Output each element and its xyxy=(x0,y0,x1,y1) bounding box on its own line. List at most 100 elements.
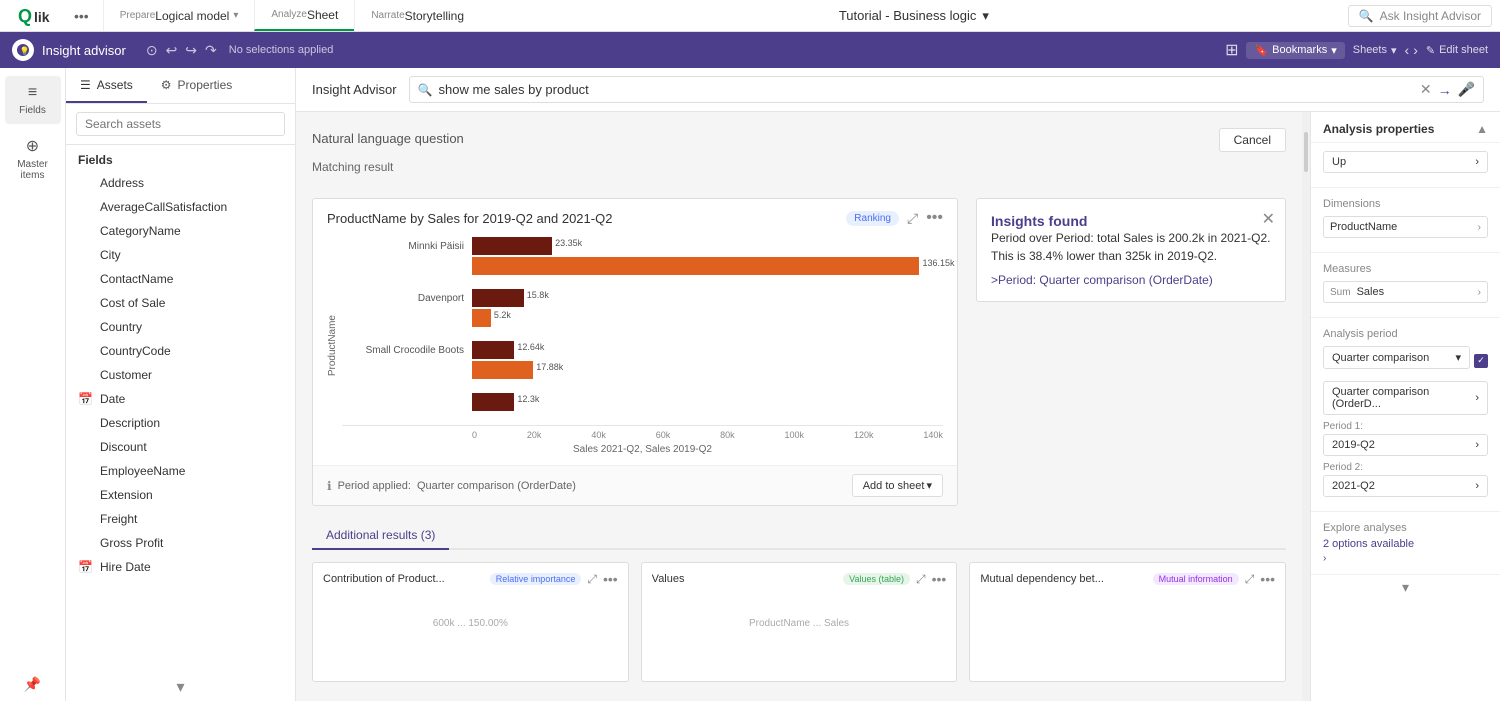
field-item[interactable]: Freight xyxy=(66,507,295,531)
insight-bar-right: ⊞ 🔖 Bookmarks ▾ Sheets ▾ ‹ › ✎ Edit shee… xyxy=(1225,40,1488,60)
nav-right-arrow[interactable]: › xyxy=(1413,42,1418,58)
analysis-scroll-up-icon[interactable]: ▲ xyxy=(1476,122,1488,136)
assets-panel: ☰ Assets ⚙ Properties Fields AddressAver… xyxy=(66,68,296,701)
narrate-label: Narrate xyxy=(371,10,404,21)
bar-value-3b: 17.88k xyxy=(536,362,563,372)
ask-insight-advisor-button[interactable]: 🔍 Ask Insight Advisor xyxy=(1348,5,1492,27)
bar-3b xyxy=(472,361,533,379)
analysis-scroll-down[interactable]: ▾ xyxy=(1311,574,1500,600)
small-expand-icon-3[interactable]: ⤢ xyxy=(1245,572,1255,587)
insights-close-button[interactable]: ✕ xyxy=(1262,209,1275,229)
search-mic-icon[interactable]: 🎤 xyxy=(1458,81,1475,98)
redo-icon[interactable]: ↪ xyxy=(185,42,197,59)
analyze-section[interactable]: Analyze Sheet xyxy=(254,0,354,31)
bookmark-icon: 🔖 xyxy=(1254,44,1268,57)
explore-link[interactable]: 2 options available xyxy=(1323,538,1488,550)
field-item[interactable]: 📅Date xyxy=(66,387,295,411)
bar-value-1b: 136.15k xyxy=(922,258,954,268)
pin-icon[interactable]: 📌 xyxy=(18,670,47,698)
qlik-logo-area[interactable]: Q lik xyxy=(8,6,68,26)
tab-properties[interactable]: ⚙ Properties xyxy=(147,68,246,103)
field-item[interactable]: Country xyxy=(66,315,295,339)
app-menu-dots[interactable]: ••• xyxy=(68,8,95,24)
search-assets-input[interactable] xyxy=(76,112,285,136)
small-expand-icon-2[interactable]: ⤢ xyxy=(916,572,926,587)
field-item[interactable]: City xyxy=(66,243,295,267)
up-dropdown[interactable]: Up › xyxy=(1323,151,1488,173)
prepare-section[interactable]: Prepare Logical model ▾ xyxy=(103,0,255,31)
bar-2a xyxy=(472,289,524,307)
insights-link[interactable]: >Period: Quarter comparison (OrderDate) xyxy=(991,273,1271,287)
bookmarks-button[interactable]: 🔖 Bookmarks ▾ xyxy=(1246,42,1344,59)
sidebar-bottom: 📌 xyxy=(18,676,47,701)
grid-icon[interactable]: ⊞ xyxy=(1225,40,1238,60)
field-item[interactable]: Address xyxy=(66,171,295,195)
undo-icon[interactable]: ↩ xyxy=(166,42,178,59)
field-item[interactable]: EmployeeName xyxy=(66,459,295,483)
add-to-sheet-button[interactable]: Add to sheet ▾ xyxy=(852,474,943,497)
field-item[interactable]: ContactName xyxy=(66,267,295,291)
dimension-row[interactable]: ProductName › xyxy=(1323,216,1488,238)
field-item[interactable]: Cost of Sale xyxy=(66,291,295,315)
small-dots-1[interactable]: ••• xyxy=(603,571,618,587)
selection-icon[interactable]: ⊙ xyxy=(146,42,158,59)
narrate-section[interactable]: Narrate Storytelling xyxy=(354,0,480,31)
edit-sheet-button[interactable]: ✎ Edit sheet xyxy=(1426,44,1488,57)
title-chevron: ▾ xyxy=(982,8,989,24)
insight-search-input[interactable] xyxy=(439,82,1414,97)
field-item[interactable]: Customer xyxy=(66,363,295,387)
field-item[interactable]: 📅Hire Date xyxy=(66,555,295,579)
fields-list: Address AverageCallSatisfaction CategoryNa… xyxy=(66,171,295,673)
assets-icon: ☰ xyxy=(80,78,91,92)
field-item[interactable]: CountryCode xyxy=(66,339,295,363)
search-go-icon[interactable]: → xyxy=(1438,82,1452,98)
cancel-button[interactable]: Cancel xyxy=(1219,128,1286,152)
period2-value-row[interactable]: 2021-Q2 › xyxy=(1323,475,1488,497)
chart-body: ProductName Minnki Päisii xyxy=(313,237,957,465)
sheets-button[interactable]: Sheets ▾ xyxy=(1353,44,1397,57)
main-scrollbar[interactable] xyxy=(1302,112,1310,701)
field-name: ContactName xyxy=(100,272,173,286)
small-chart-badge-1: Relative importance xyxy=(490,573,582,585)
chart-expand-icon[interactable]: ⤢ xyxy=(907,210,918,227)
field-item[interactable]: Description xyxy=(66,411,295,435)
app-title[interactable]: Tutorial - Business logic ▾ xyxy=(480,8,1348,24)
forward-icon[interactable]: ↷ xyxy=(205,42,217,59)
info-icon: ℹ xyxy=(327,479,332,493)
tab-assets[interactable]: ☰ Assets xyxy=(66,68,147,103)
field-name: Discount xyxy=(100,440,147,454)
field-item[interactable]: Discount xyxy=(66,435,295,459)
chart-menu-dots[interactable]: ••• xyxy=(926,209,943,227)
period-comparison-dropdown[interactable]: Quarter comparison ▾ xyxy=(1323,346,1470,369)
field-item[interactable]: Extension xyxy=(66,483,295,507)
search-clear-icon[interactable]: ✕ xyxy=(1420,81,1432,98)
scroll-down-indicator[interactable]: ▾ xyxy=(66,673,295,701)
period-checkbox[interactable]: ✓ xyxy=(1474,354,1488,368)
sidebar-tab-master-items[interactable]: ⊕ Master items xyxy=(5,128,61,189)
period-detail-row[interactable]: Quarter comparison (OrderD... › xyxy=(1323,381,1488,415)
small-chart-body-1: 600k ... 150.00% xyxy=(313,595,628,655)
bar-label-1: Minnki Päisii xyxy=(342,241,472,252)
field-item[interactable]: AverageCallSatisfaction xyxy=(66,195,295,219)
small-dots-3[interactable]: ••• xyxy=(1260,571,1275,587)
bookmarks-chevron: ▾ xyxy=(1331,44,1337,57)
field-item[interactable]: Gross Profit xyxy=(66,531,295,555)
period2-arrow: › xyxy=(1475,480,1479,492)
bar-group-3: Small Crocodile Boots 12.64k xyxy=(342,341,943,379)
insight-bar-title: Insight advisor xyxy=(42,43,126,58)
small-expand-icon-1[interactable]: ⤢ xyxy=(587,572,597,587)
matching-result-label: Matching result xyxy=(312,160,1286,174)
period-value: Quarter comparison (OrderDate) xyxy=(417,480,576,492)
field-name: AverageCallSatisfaction xyxy=(100,200,227,214)
field-item[interactable]: CategoryName xyxy=(66,219,295,243)
assets-tabs: ☰ Assets ⚙ Properties xyxy=(66,68,295,104)
y-axis-label-container: ProductName xyxy=(327,237,342,455)
period2-label: Period 2: xyxy=(1323,462,1488,473)
additional-results-tab[interactable]: Additional results (3) xyxy=(312,522,449,550)
small-dots-2[interactable]: ••• xyxy=(932,571,947,587)
measures-row[interactable]: Sum Sales › xyxy=(1323,281,1488,303)
nav-left-arrow[interactable]: ‹ xyxy=(1405,42,1410,58)
sidebar-tab-fields[interactable]: ≡ Fields xyxy=(5,76,61,124)
period1-value-row[interactable]: 2019-Q2 › xyxy=(1323,434,1488,456)
bar-1b xyxy=(472,257,919,275)
